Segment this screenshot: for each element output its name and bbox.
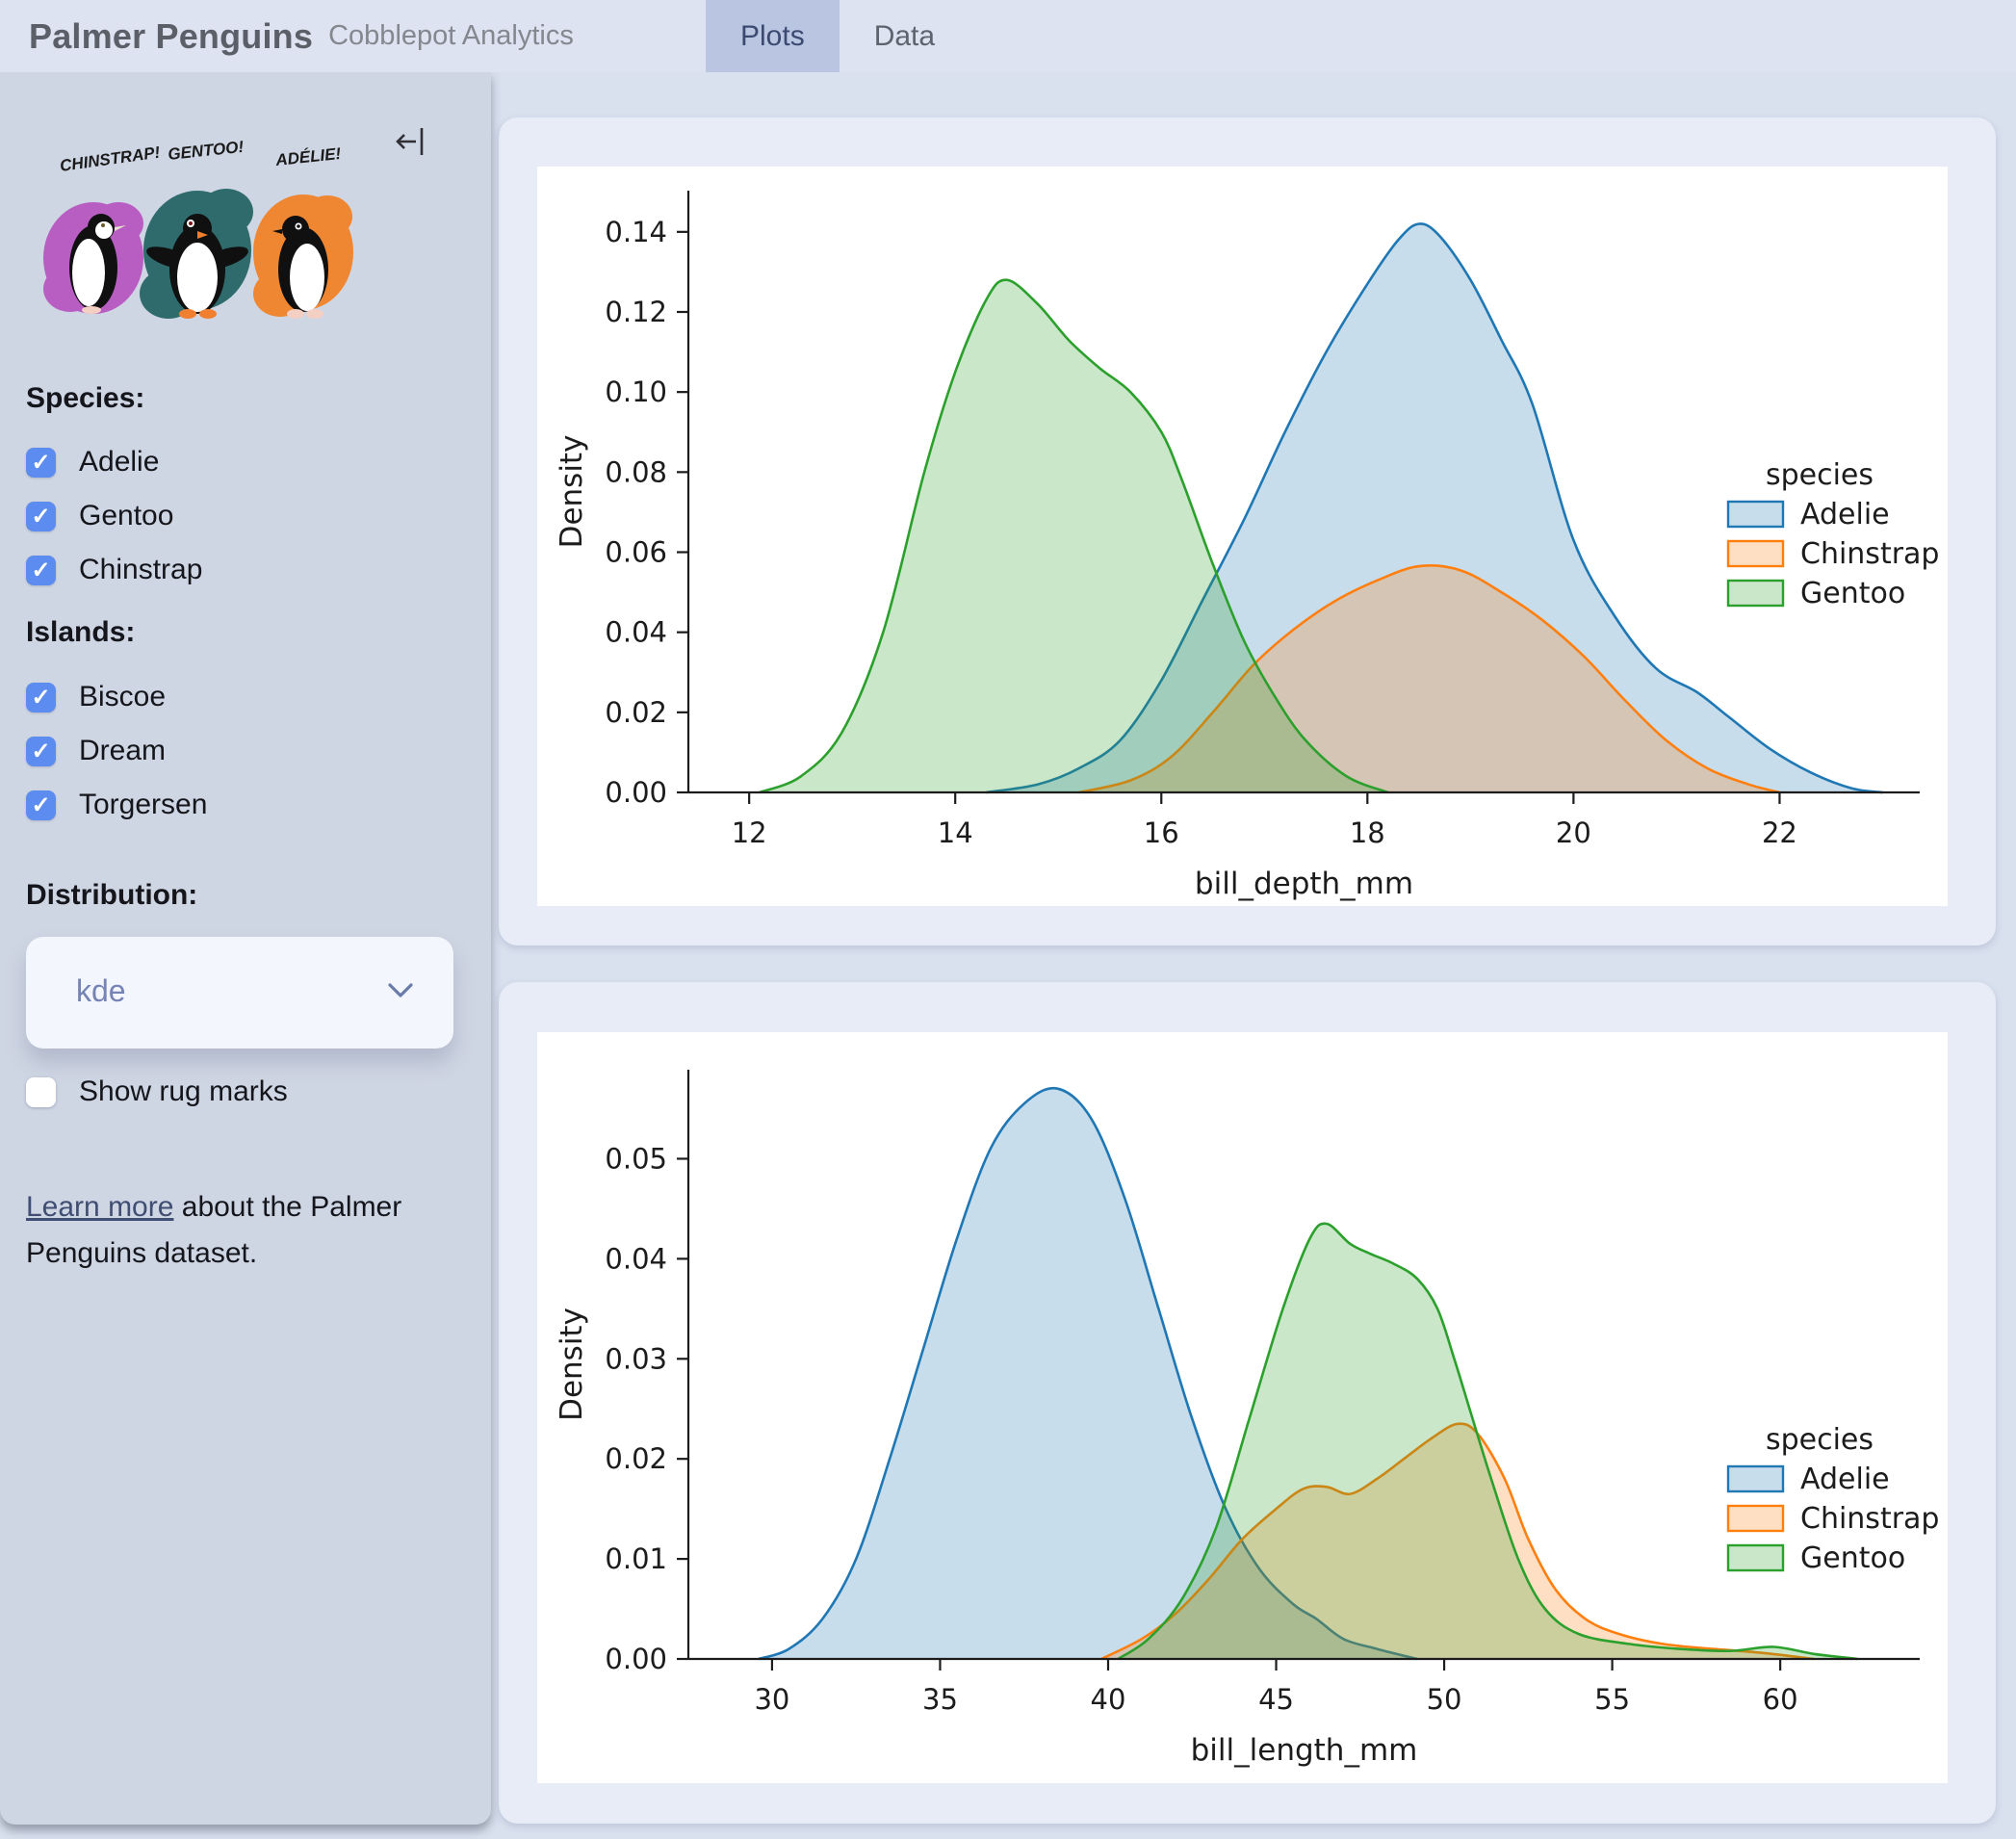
arrow-left-to-bar-icon xyxy=(396,128,424,155)
svg-text:55: 55 xyxy=(1594,1683,1630,1716)
svg-text:species: species xyxy=(1766,458,1874,492)
checkbox-gentoo-label: Gentoo xyxy=(79,500,174,531)
svg-text:22: 22 xyxy=(1762,816,1797,849)
svg-text:0.03: 0.03 xyxy=(605,1342,667,1375)
svg-text:12: 12 xyxy=(732,816,767,849)
nav-tabs: Plots Data xyxy=(706,0,969,72)
svg-text:0.12: 0.12 xyxy=(605,296,667,328)
sidebar-collapse-button[interactable] xyxy=(390,120,432,163)
svg-text:GENTOO!: GENTOO! xyxy=(167,138,245,164)
svg-text:Chinstrap: Chinstrap xyxy=(1800,537,1939,571)
svg-text:45: 45 xyxy=(1258,1683,1294,1716)
checkbox-biscoe-label: Biscoe xyxy=(79,681,167,712)
distribution-select[interactable]: kde xyxy=(26,937,453,1049)
svg-text:0.04: 0.04 xyxy=(605,1242,667,1275)
distribution-select-value: kde xyxy=(76,973,126,1008)
svg-text:Gentoo: Gentoo xyxy=(1800,577,1905,610)
app-subtitle: Cobblepot Analytics xyxy=(328,20,574,51)
checkbox-row-chinstrap[interactable]: Chinstrap xyxy=(26,554,202,586)
main-content: 12 14 16 18 20 22 0.00 0.02 0.04 0.06 0.08 0.10 0.12… xyxy=(491,72,2016,1839)
tab-plots[interactable]: Plots xyxy=(706,0,840,72)
species-heading: Species: xyxy=(26,382,145,414)
app-root: Palmer Penguins Cobblepot Analytics Plot… xyxy=(0,0,2016,1839)
svg-text:18: 18 xyxy=(1350,816,1385,849)
brand: Palmer Penguins Cobblepot Analytics xyxy=(29,0,574,72)
checkbox-gentoo[interactable] xyxy=(26,501,56,531)
checkbox-adelie-label: Adelie xyxy=(79,446,160,478)
adelie-penguin-illustration: ADÉLIE! xyxy=(253,144,353,319)
svg-text:0.04: 0.04 xyxy=(605,616,667,649)
svg-text:0.02: 0.02 xyxy=(605,696,667,729)
svg-text:20: 20 xyxy=(1556,816,1591,849)
distribution-heading: Distribution: xyxy=(26,879,198,911)
svg-text:ADÉLIE!: ADÉLIE! xyxy=(273,144,342,169)
svg-text:Density: Density xyxy=(555,1308,589,1421)
chevron-down-icon xyxy=(388,983,413,997)
penguin-artwork-image: CHINSTRAP! GENTOO! ADÉLIE! xyxy=(43,138,353,319)
svg-text:30: 30 xyxy=(754,1683,789,1716)
svg-text:CHINSTRAP!: CHINSTRAP! xyxy=(59,143,162,175)
checkbox-row-adelie[interactable]: Adelie xyxy=(26,446,159,479)
plot-card-bill-length: 30 35 40 45 50 55 60 0.00 0.01 0.02 0.03 0.04 0.05 bi… xyxy=(499,982,1996,1824)
svg-text:16: 16 xyxy=(1144,816,1179,849)
svg-text:bill_length_mm: bill_length_mm xyxy=(1191,1733,1418,1768)
penguin-artwork: CHINSTRAP! GENTOO! ADÉLIE! xyxy=(34,135,361,342)
kde-chart-bill-depth: 12 14 16 18 20 22 0.00 0.02 0.04 0.06 0.08 0.10 0.12… xyxy=(555,191,1939,901)
svg-text:0.06: 0.06 xyxy=(605,535,667,568)
plot-card-bill-depth: 12 14 16 18 20 22 0.00 0.02 0.04 0.06 0.08 0.10 0.12… xyxy=(499,117,1996,945)
svg-text:Adelie: Adelie xyxy=(1800,1463,1890,1496)
header-bar: Palmer Penguins Cobblepot Analytics Plot… xyxy=(0,0,2016,72)
svg-text:60: 60 xyxy=(1763,1683,1798,1716)
svg-text:Density: Density xyxy=(555,435,589,549)
svg-text:0.14: 0.14 xyxy=(605,216,667,248)
checkbox-torgersen[interactable] xyxy=(26,790,56,820)
kde-chart-bill-length: 30 35 40 45 50 55 60 0.00 0.01 0.02 0.03 0.04 0.05 bi… xyxy=(555,1070,1939,1768)
svg-text:Chinstrap: Chinstrap xyxy=(1800,1502,1939,1536)
checkbox-chinstrap[interactable] xyxy=(26,555,56,585)
checkbox-row-torgersen[interactable]: Torgersen xyxy=(26,789,207,821)
sidebar: CHINSTRAP! GENTOO! ADÉLIE! Species: ✓ Ad… xyxy=(0,72,491,1825)
gentoo-penguin-illustration: GENTOO! xyxy=(140,138,253,319)
checkbox-biscoe[interactable] xyxy=(26,682,56,712)
svg-text:Adelie: Adelie xyxy=(1800,498,1890,531)
checkbox-dream[interactable] xyxy=(26,736,56,766)
checkbox-chinstrap-label: Chinstrap xyxy=(79,554,203,585)
checkbox-row-gentoo[interactable]: Gentoo xyxy=(26,500,173,532)
svg-text:0.00: 0.00 xyxy=(605,776,667,809)
dataset-footnote: Learn more about the Palmer Penguins dat… xyxy=(26,1184,411,1277)
svg-text:0.02: 0.02 xyxy=(605,1442,667,1475)
svg-text:14: 14 xyxy=(938,816,973,849)
svg-text:50: 50 xyxy=(1427,1683,1462,1716)
svg-text:species: species xyxy=(1766,1423,1874,1457)
checkbox-rug-marks[interactable] xyxy=(26,1076,56,1107)
islands-heading: Islands: xyxy=(26,616,136,648)
rug-label: Show rug marks xyxy=(79,1075,288,1107)
checkbox-dream-label: Dream xyxy=(79,735,167,766)
checkbox-torgersen-label: Torgersen xyxy=(79,789,208,820)
svg-text:0.10: 0.10 xyxy=(605,376,667,408)
svg-text:35: 35 xyxy=(922,1683,958,1716)
tab-data[interactable]: Data xyxy=(840,0,969,72)
checkbox-adelie[interactable] xyxy=(26,447,56,478)
tab-plots-label: Plots xyxy=(740,19,805,52)
svg-text:0.01: 0.01 xyxy=(605,1542,667,1575)
learn-more-link[interactable]: Learn more xyxy=(26,1191,173,1223)
bill-length-plot: 30 35 40 45 50 55 60 0.00 0.01 0.02 0.03 0.04 0.05 bi… xyxy=(537,1032,1948,1783)
svg-text:bill_depth_mm: bill_depth_mm xyxy=(1195,867,1413,901)
checkbox-row-dream[interactable]: Dream xyxy=(26,735,166,767)
svg-text:0.05: 0.05 xyxy=(605,1142,667,1175)
svg-text:40: 40 xyxy=(1091,1683,1126,1716)
checkbox-row-biscoe[interactable]: Biscoe xyxy=(26,681,166,713)
bill-depth-plot: 12 14 16 18 20 22 0.00 0.02 0.04 0.06 0.08 0.10 0.12… xyxy=(537,167,1948,906)
app-title: Palmer Penguins xyxy=(29,15,314,56)
checkbox-row-rug[interactable]: Show rug marks xyxy=(26,1075,288,1108)
svg-text:0.00: 0.00 xyxy=(605,1643,667,1675)
svg-text:0.08: 0.08 xyxy=(605,455,667,488)
svg-text:Gentoo: Gentoo xyxy=(1800,1541,1905,1575)
tab-data-label: Data xyxy=(873,19,936,52)
